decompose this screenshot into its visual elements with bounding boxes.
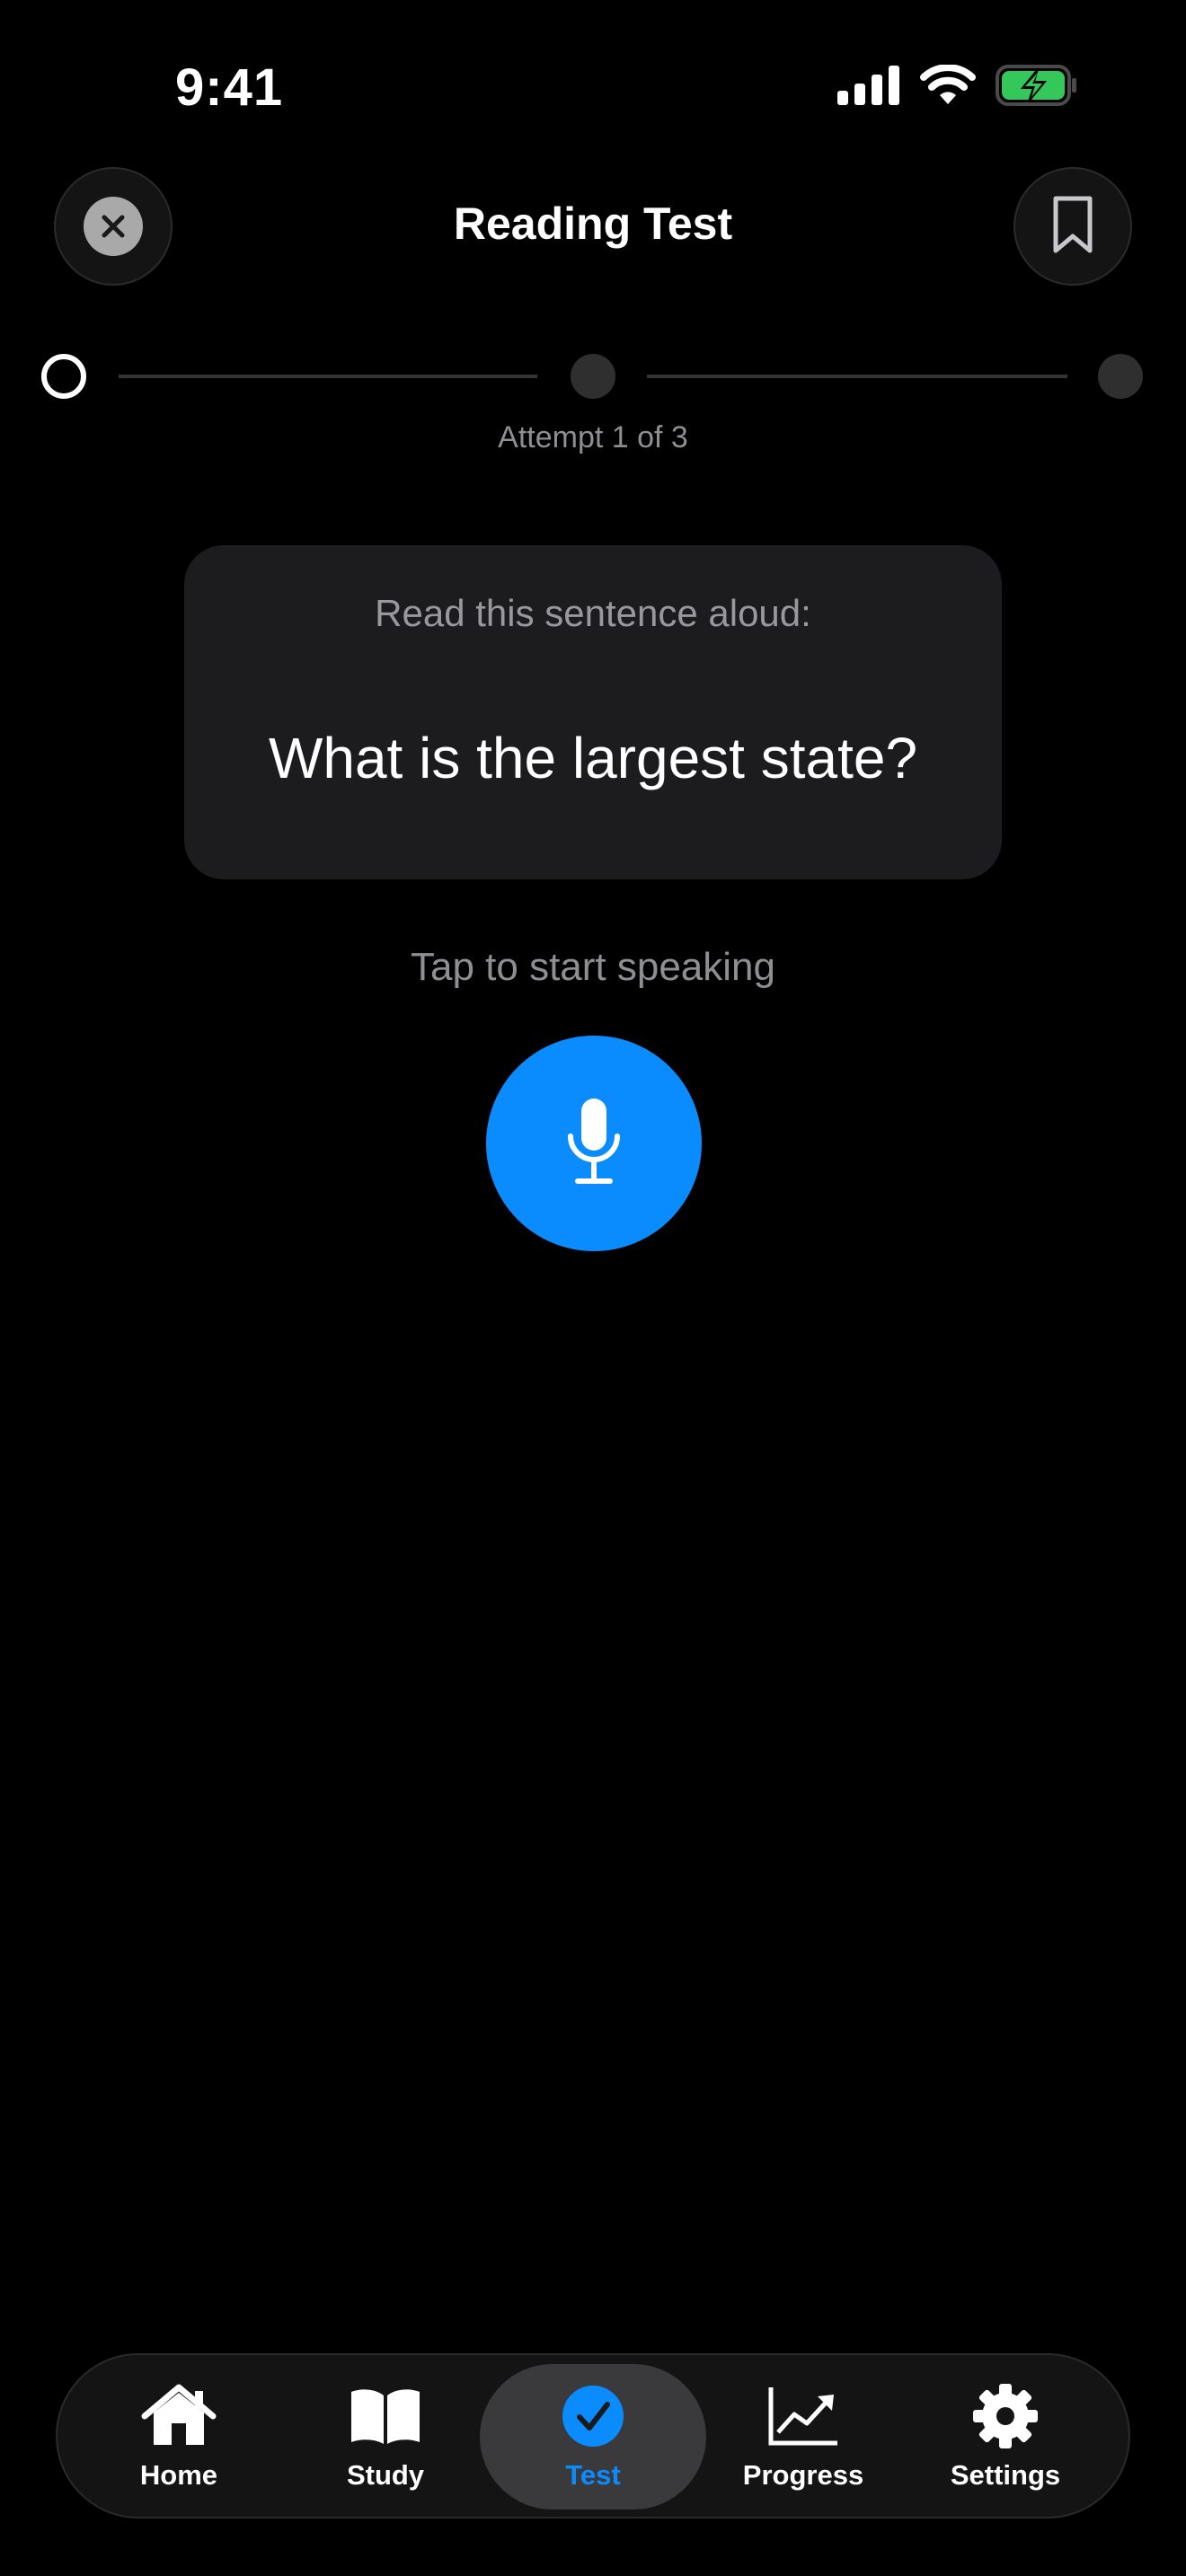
- cellular-signal-icon: [837, 66, 900, 110]
- home-icon: [141, 2382, 217, 2450]
- speaking-hint: Tap to start speaking: [410, 945, 775, 989]
- gear-icon: [972, 2382, 1039, 2450]
- status-bar: 9:41: [0, 0, 1186, 171]
- tab-study-label: Study: [346, 2459, 425, 2491]
- step-indicator-2: [571, 354, 615, 399]
- bookmark-icon: [1052, 195, 1093, 259]
- tab-home-label: Home: [139, 2459, 218, 2491]
- step-connector: [119, 375, 537, 378]
- attempt-counter: Attempt 1 of 3: [498, 420, 688, 454]
- step-connector: [647, 375, 1067, 378]
- card-prompt: Read this sentence aloud:: [375, 592, 811, 634]
- microphone-button[interactable]: [486, 1036, 702, 1251]
- step-indicator-3: [1098, 354, 1143, 399]
- wifi-icon: [920, 64, 976, 110]
- status-icons: [837, 64, 1078, 110]
- battery-charging-icon: [996, 65, 1078, 110]
- tab-test-label: Test: [565, 2459, 621, 2491]
- microphone-icon: [565, 1097, 623, 1191]
- tab-study[interactable]: Study: [309, 2364, 462, 2510]
- tab-test[interactable]: Test: [480, 2364, 706, 2510]
- book-icon: [348, 2382, 423, 2450]
- chart-line-icon: [767, 2382, 839, 2450]
- page-title: Reading Test: [453, 198, 733, 249]
- checkmark-circle-icon: [561, 2382, 625, 2450]
- tab-progress-label: Progress: [742, 2459, 864, 2491]
- step-indicator-1: [41, 354, 86, 399]
- status-time: 9:41: [175, 58, 284, 117]
- tab-home[interactable]: Home: [102, 2364, 255, 2510]
- bookmark-button[interactable]: [1013, 167, 1132, 286]
- tab-settings-label: Settings: [950, 2459, 1061, 2491]
- sentence-card: Read this sentence aloud: What is the la…: [184, 545, 1002, 879]
- tab-progress[interactable]: Progress: [713, 2364, 893, 2510]
- tab-bar: Home Study Test Progress Settings: [56, 2353, 1130, 2519]
- sentence-text: What is the largest state?: [268, 726, 918, 790]
- tab-settings[interactable]: Settings: [920, 2364, 1091, 2510]
